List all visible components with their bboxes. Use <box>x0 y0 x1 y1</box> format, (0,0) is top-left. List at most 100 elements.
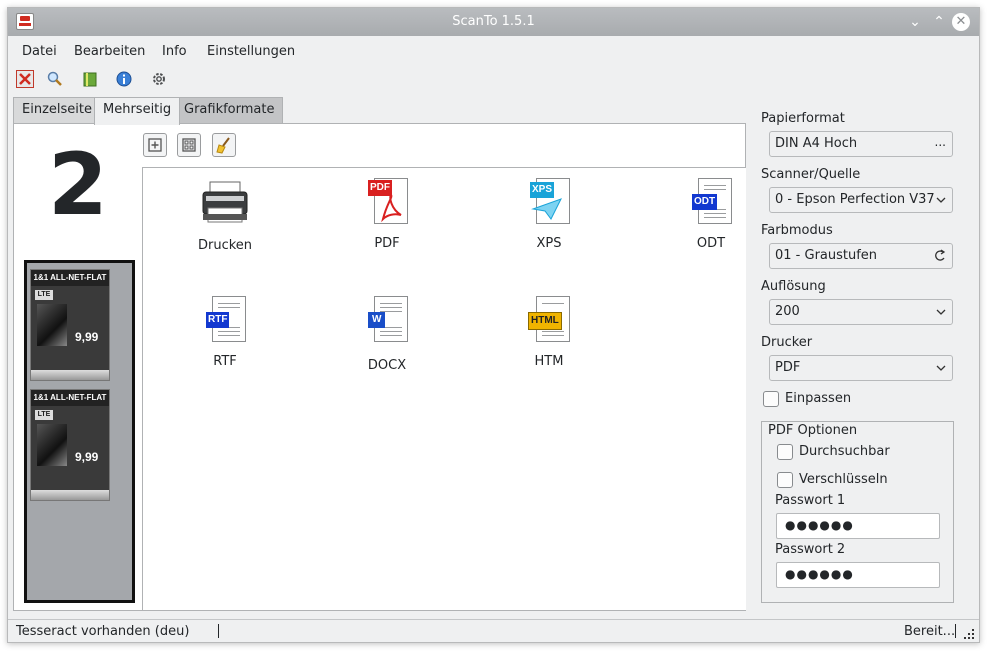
resize-grip-icon[interactable] <box>963 628 975 640</box>
thumbnail-badge: LTE <box>35 410 53 420</box>
status-bar: Tesseract vorhanden (deu) Bereit... <box>8 619 979 643</box>
thumbnail-price: 9,99 <box>75 450 99 464</box>
main-window: ScanTo 1.5.1 ⌄ ⌃ ✕ Datei Bearbeiten Info… <box>7 7 980 643</box>
status-divider <box>218 624 219 638</box>
chevron-down-icon <box>936 191 946 208</box>
pdf-options-group: PDF Optionen Durchsuchbar Verschlüsseln … <box>761 421 954 603</box>
format-grid: Drucken PDF PDF XPS XPS ODT ODT RTF RTF … <box>142 167 746 610</box>
status-right-text: Bereit... <box>904 624 956 639</box>
book-icon[interactable] <box>81 70 99 88</box>
scanner-label: Scanner/Quelle <box>761 167 861 182</box>
tab-grafikformate[interactable]: Grafikformate <box>175 97 284 124</box>
format-label: Drucken <box>197 238 253 253</box>
mehrseitig-panel: 2 1&1 ALL-NET-FLAT LTE 9,99 1&1 ALL-NET-… <box>13 123 746 611</box>
pdf-badge: PDF <box>368 180 392 196</box>
thumbnail-phones-image <box>37 304 67 346</box>
scanner-select[interactable]: 0 - Epson Perfection V37 <box>769 187 953 213</box>
password1-input[interactable]: ●●●●●● <box>776 513 940 539</box>
refresh-icon[interactable] <box>934 247 946 266</box>
odt-badge: ODT <box>692 194 718 210</box>
maximize-button[interactable]: ⌃ <box>928 11 950 33</box>
title-bar: ScanTo 1.5.1 ⌄ ⌃ ✕ <box>8 8 979 36</box>
color-mode-value: 01 - Graustufen <box>775 248 878 263</box>
paper-format-more-button[interactable]: ... <box>935 135 946 149</box>
xps-icon: XPS <box>530 178 570 226</box>
rtf-badge: RTF <box>206 312 230 328</box>
info-icon[interactable] <box>115 70 133 88</box>
arrange-pages-button[interactable] <box>177 133 201 157</box>
thumbnail-footer <box>31 370 109 380</box>
menu-einstellungen[interactable]: Einstellungen <box>207 44 295 59</box>
resolution-value: 200 <box>775 304 800 319</box>
html-badge: HTML <box>528 312 562 330</box>
window-title: ScanTo 1.5.1 <box>452 14 535 29</box>
thumbnail-list[interactable]: 1&1 ALL-NET-FLAT LTE 9,99 1&1 ALL-NET-FL… <box>24 260 135 603</box>
format-label: DOCX <box>367 358 407 373</box>
add-page-button[interactable] <box>143 133 167 157</box>
format-label: RTF <box>213 354 237 369</box>
format-pdf[interactable]: PDF PDF <box>337 178 437 251</box>
thumbnail-price: 9,99 <box>75 330 99 344</box>
format-label: HTM <box>534 354 564 369</box>
format-rtf[interactable]: RTF RTF <box>175 296 275 369</box>
gear-icon[interactable] <box>150 70 168 88</box>
toolbar <box>8 68 979 92</box>
format-label: PDF <box>374 236 400 251</box>
minimize-button[interactable]: ⌄ <box>904 11 926 33</box>
fit-label: Einpassen <box>785 391 852 406</box>
menu-datei[interactable]: Datei <box>22 44 57 59</box>
color-mode-field[interactable]: 01 - Graustufen <box>769 243 953 269</box>
resolution-select[interactable]: 200 <box>769 299 953 325</box>
paper-format-field[interactable]: DIN A4 Hoch ... <box>769 131 953 157</box>
odt-icon: ODT <box>692 178 732 226</box>
format-xps[interactable]: XPS XPS <box>499 178 599 251</box>
encrypt-checkbox[interactable] <box>777 472 793 488</box>
printer-value: PDF <box>775 360 801 375</box>
thumbnail-header: 1&1 ALL-NET-FLAT <box>31 270 109 286</box>
format-htm[interactable]: HTML HTM <box>499 296 599 369</box>
chevron-down-icon <box>936 359 946 376</box>
paper-format-label: Papierformat <box>761 111 845 126</box>
searchable-checkbox[interactable] <box>777 444 793 460</box>
menu-bearbeiten[interactable]: Bearbeiten <box>74 44 145 59</box>
chevron-down-icon <box>936 303 946 320</box>
color-mode-label: Farbmodus <box>761 223 833 238</box>
zoom-icon[interactable] <box>46 70 64 88</box>
format-label: XPS <box>536 236 562 251</box>
status-left-text: Tesseract vorhanden (deu) <box>16 624 190 639</box>
page-thumbnail-2[interactable]: 1&1 ALL-NET-FLAT LTE 9,99 <box>30 389 110 501</box>
xps-badge: XPS <box>530 182 555 198</box>
password1-label: Passwort 1 <box>775 493 846 508</box>
format-drucken[interactable]: Drucken <box>175 180 275 253</box>
menu-bar: Datei Bearbeiten Info Einstellungen <box>8 41 979 63</box>
close-window-button[interactable]: ✕ <box>952 13 970 31</box>
menu-info[interactable]: Info <box>162 44 187 59</box>
close-icon[interactable] <box>16 70 34 88</box>
scanner-value: 0 - Epson Perfection V37 <box>775 192 935 207</box>
pdf-icon: PDF <box>368 178 408 226</box>
word-badge: W <box>368 312 386 328</box>
pdf-options-title: PDF Optionen <box>768 423 858 438</box>
tab-einzelseite[interactable]: Einzelseite <box>13 97 101 124</box>
searchable-label: Durchsuchbar <box>799 444 890 459</box>
thumbnail-header: 1&1 ALL-NET-FLAT <box>31 390 109 406</box>
encrypt-label: Verschlüsseln <box>799 472 888 487</box>
html-icon: HTML <box>528 296 570 344</box>
docx-icon: W <box>368 296 408 344</box>
format-odt[interactable]: ODT ODT <box>661 178 761 251</box>
printer-icon <box>200 180 250 228</box>
password2-label: Passwort 2 <box>775 542 846 557</box>
printer-select[interactable]: PDF <box>769 355 953 381</box>
format-docx[interactable]: W DOCX <box>337 296 437 373</box>
fit-checkbox[interactable] <box>763 391 779 407</box>
format-label: ODT <box>696 236 726 251</box>
page-count: 2 <box>48 135 108 235</box>
page-thumbnail-1[interactable]: 1&1 ALL-NET-FLAT LTE 9,99 <box>30 269 110 381</box>
tab-mehrseitig[interactable]: Mehrseitig <box>94 97 181 125</box>
thumbnail-badge: LTE <box>35 290 53 300</box>
paper-format-value: DIN A4 Hoch <box>775 136 858 151</box>
rtf-icon: RTF <box>206 296 246 344</box>
thumbnail-phones-image <box>37 424 67 466</box>
password2-input[interactable]: ●●●●●● <box>776 562 940 588</box>
clear-pages-button[interactable] <box>212 133 236 157</box>
